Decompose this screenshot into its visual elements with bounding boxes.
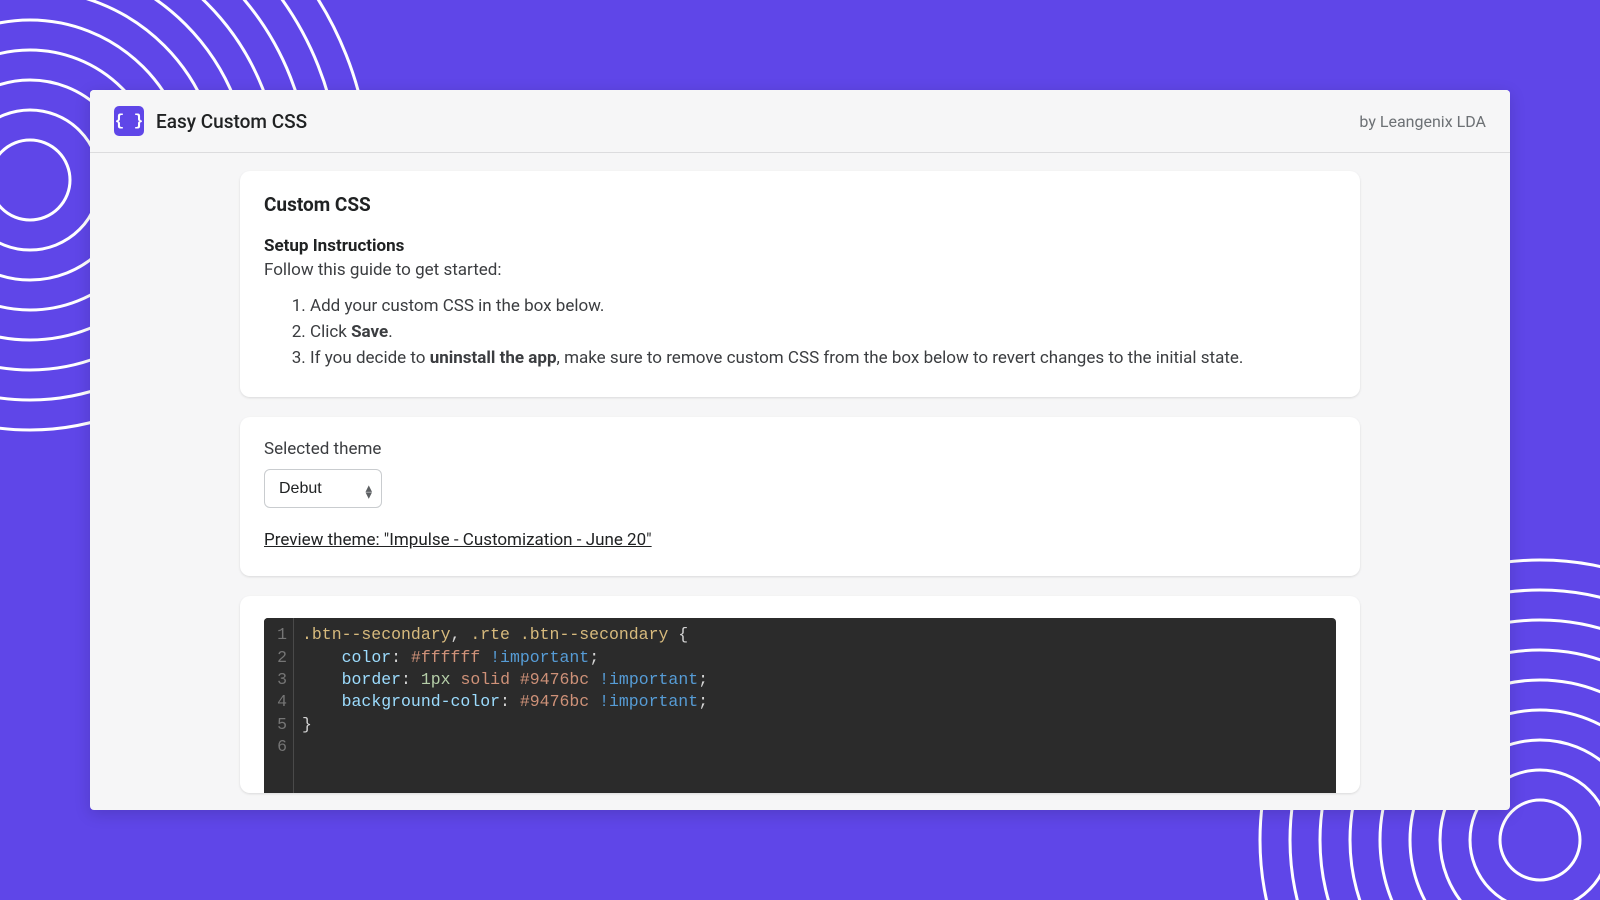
section-sub: Follow this guide to get started: xyxy=(264,260,1336,280)
content: Custom CSS Setup Instructions Follow thi… xyxy=(90,153,1510,793)
step-3-bold: uninstall the app xyxy=(430,348,557,368)
line-number: 4 xyxy=(274,691,287,713)
editor-card: 1 2 3 4 5 6 .btn--secondary, .rte .btn--… xyxy=(240,596,1360,793)
app-window: { } Easy Custom CSS by Leangenix LDA Cus… xyxy=(90,90,1510,810)
step-3: If you decide to uninstall the app, make… xyxy=(310,346,1336,372)
line-number: 6 xyxy=(274,736,287,758)
step-2-prefix: Click xyxy=(310,322,351,342)
theme-select[interactable]: Debut xyxy=(264,469,382,508)
step-1: Add your custom CSS in the box below. xyxy=(310,294,1336,320)
instructions-card: Custom CSS Setup Instructions Follow thi… xyxy=(240,171,1360,397)
topbar: { } Easy Custom CSS by Leangenix LDA xyxy=(90,90,1510,153)
line-number: 3 xyxy=(274,669,287,691)
line-number: 5 xyxy=(274,714,287,736)
section-title: Setup Instructions xyxy=(264,236,1336,256)
line-number: 1 xyxy=(274,624,287,646)
theme-select-wrap: Debut ▴▾ xyxy=(264,469,382,508)
preview-theme-link[interactable]: Preview theme: "Impulse - Customization … xyxy=(264,530,652,550)
step-3-suffix: , make sure to remove custom CSS from th… xyxy=(557,348,1244,368)
step-3-prefix: If you decide to xyxy=(310,348,430,368)
step-2: Click Save. xyxy=(310,320,1336,346)
topbar-left: { } Easy Custom CSS xyxy=(114,106,307,136)
editor-gutter: 1 2 3 4 5 6 xyxy=(264,618,294,793)
app-logo-icon: { } xyxy=(114,106,144,136)
steps-list: Add your custom CSS in the box below. Cl… xyxy=(264,294,1336,371)
theme-card: Selected theme Debut ▴▾ Preview theme: "… xyxy=(240,417,1360,576)
card-title: Custom CSS xyxy=(264,193,1336,216)
line-number: 2 xyxy=(274,647,287,669)
step-2-suffix: . xyxy=(388,322,392,342)
editor-lines[interactable]: .btn--secondary, .rte .btn--secondary { … xyxy=(294,618,1336,793)
byline: by Leangenix LDA xyxy=(1359,112,1486,131)
app-title: Easy Custom CSS xyxy=(156,110,307,133)
step-2-bold: Save xyxy=(351,322,388,342)
theme-label: Selected theme xyxy=(264,439,1336,459)
css-code-editor[interactable]: 1 2 3 4 5 6 .btn--secondary, .rte .btn--… xyxy=(264,618,1336,793)
